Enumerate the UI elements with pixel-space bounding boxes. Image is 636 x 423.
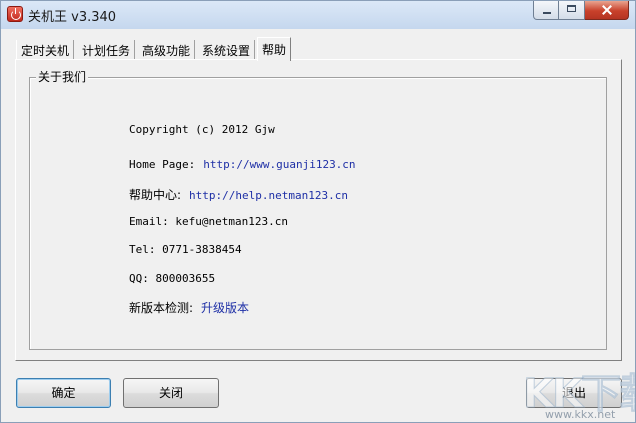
minimize-button[interactable]: [533, 1, 559, 20]
update-check-line: 新版本检测: 升级版本: [129, 299, 249, 316]
about-group: [29, 77, 607, 350]
power-icon[interactable]: [7, 6, 23, 22]
about-group-caption: 关于我们: [36, 68, 89, 85]
tab-help[interactable]: 帮助: [257, 37, 292, 61]
homepage-link[interactable]: http://www.guanji123.cn: [203, 158, 355, 171]
copyright-text: Copyright (c) 2012 Gjw: [129, 123, 275, 136]
ok-button[interactable]: 确定: [16, 378, 111, 408]
tab-advanced[interactable]: 高级功能: [138, 40, 196, 60]
tab-scheduled-tasks[interactable]: 计划任务: [78, 40, 136, 60]
update-check-label: 新版本检测:: [129, 301, 194, 315]
homepage-label: Home Page:: [129, 158, 196, 171]
tel-text: Tel: 0771-3838454: [129, 243, 242, 256]
maximize-button[interactable]: [559, 1, 585, 20]
exit-button[interactable]: 退出: [526, 378, 622, 408]
close-button[interactable]: 关闭: [123, 378, 219, 408]
email-text: Email: kefu@netman123.cn: [129, 215, 288, 228]
homepage-line: Home Page: http://www.guanji123.cn: [129, 158, 356, 171]
window-title: 关机王 v3.340: [28, 10, 117, 25]
qq-text: QQ: 800003655: [129, 272, 216, 285]
help-center-line: 帮助中心: http://help.netman123.cn: [129, 186, 348, 203]
tab-shutdown-timer[interactable]: 定时关机: [16, 40, 75, 60]
tab-settings[interactable]: 系统设置: [198, 40, 256, 60]
close-window-button[interactable]: [585, 1, 629, 20]
title-bar[interactable]: 关机王 v3.340: [1, 1, 635, 29]
upgrade-link[interactable]: 升级版本: [201, 301, 249, 315]
app-window: 关机王 v3.340 定时关机 计划任务 高级功能 系统设置 帮助 关于我们 C…: [0, 0, 636, 423]
help-center-link[interactable]: http://help.netman123.cn: [189, 189, 348, 202]
help-center-label: 帮助中心:: [129, 188, 182, 202]
watermark-url: www.kkx.net: [545, 408, 616, 421]
